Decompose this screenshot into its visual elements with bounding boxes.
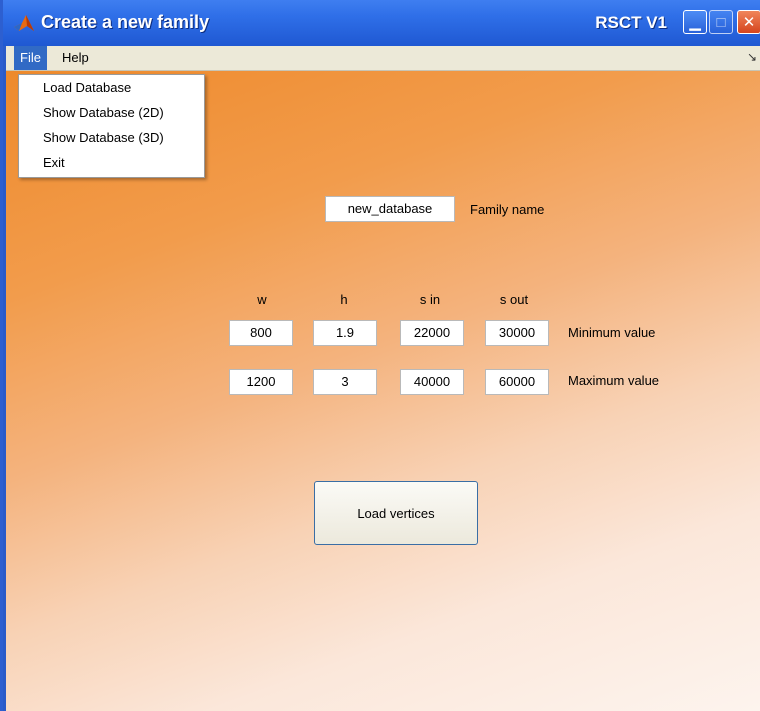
header-h: h [340, 292, 348, 307]
toolbar-overflow-icon[interactable]: ↘ [747, 50, 757, 64]
s-out-min-input[interactable]: 30000 [485, 320, 549, 346]
app-window: Create a new family RSCT V1 ▁ □ ✕ File H… [0, 0, 760, 711]
file-menu-dropdown: Load Database Show Database (2D) Show Da… [18, 74, 205, 178]
title-bar[interactable]: Create a new family RSCT V1 ▁ □ ✕ [3, 0, 760, 46]
header-s-out: s out [499, 292, 529, 307]
maximize-button[interactable]: □ [709, 10, 733, 34]
h-max-input[interactable]: 3 [313, 369, 377, 395]
menu-help[interactable]: Help [56, 46, 95, 70]
family-name-input[interactable]: new_database [325, 196, 455, 222]
minimize-icon: ▁ [689, 14, 701, 31]
app-version-label: RSCT V1 [595, 13, 667, 32]
s-out-max-input[interactable]: 60000 [485, 369, 549, 395]
s-in-min-input[interactable]: 22000 [400, 320, 464, 346]
w-max-input[interactable]: 1200 [229, 369, 293, 395]
menu-item-show-database-3d[interactable]: Show Database (3D) [19, 125, 204, 150]
header-w: w [257, 292, 267, 307]
window-title: Create a new family [41, 12, 210, 32]
minimum-value-label: Minimum value [568, 325, 656, 340]
menu-item-show-database-2d[interactable]: Show Database (2D) [19, 100, 204, 125]
matlab-icon [14, 15, 34, 31]
minimize-button[interactable]: ▁ [683, 10, 707, 34]
menu-item-load-database[interactable]: Load Database [19, 75, 204, 100]
menu-file[interactable]: File [14, 46, 47, 70]
close-icon: ✕ [742, 14, 756, 31]
load-vertices-button[interactable]: Load vertices [314, 481, 478, 545]
menu-bar: File Help ↘ [6, 46, 760, 71]
w-min-input[interactable]: 800 [229, 320, 293, 346]
header-s-in: s in [419, 292, 441, 307]
family-name-label: Family name [470, 202, 545, 217]
maximum-value-label: Maximum value [568, 373, 660, 388]
menu-item-exit[interactable]: Exit [19, 150, 204, 175]
h-min-input[interactable]: 1.9 [313, 320, 377, 346]
maximize-icon: □ [716, 13, 726, 31]
s-in-max-input[interactable]: 40000 [400, 369, 464, 395]
close-button[interactable]: ✕ [737, 10, 760, 34]
